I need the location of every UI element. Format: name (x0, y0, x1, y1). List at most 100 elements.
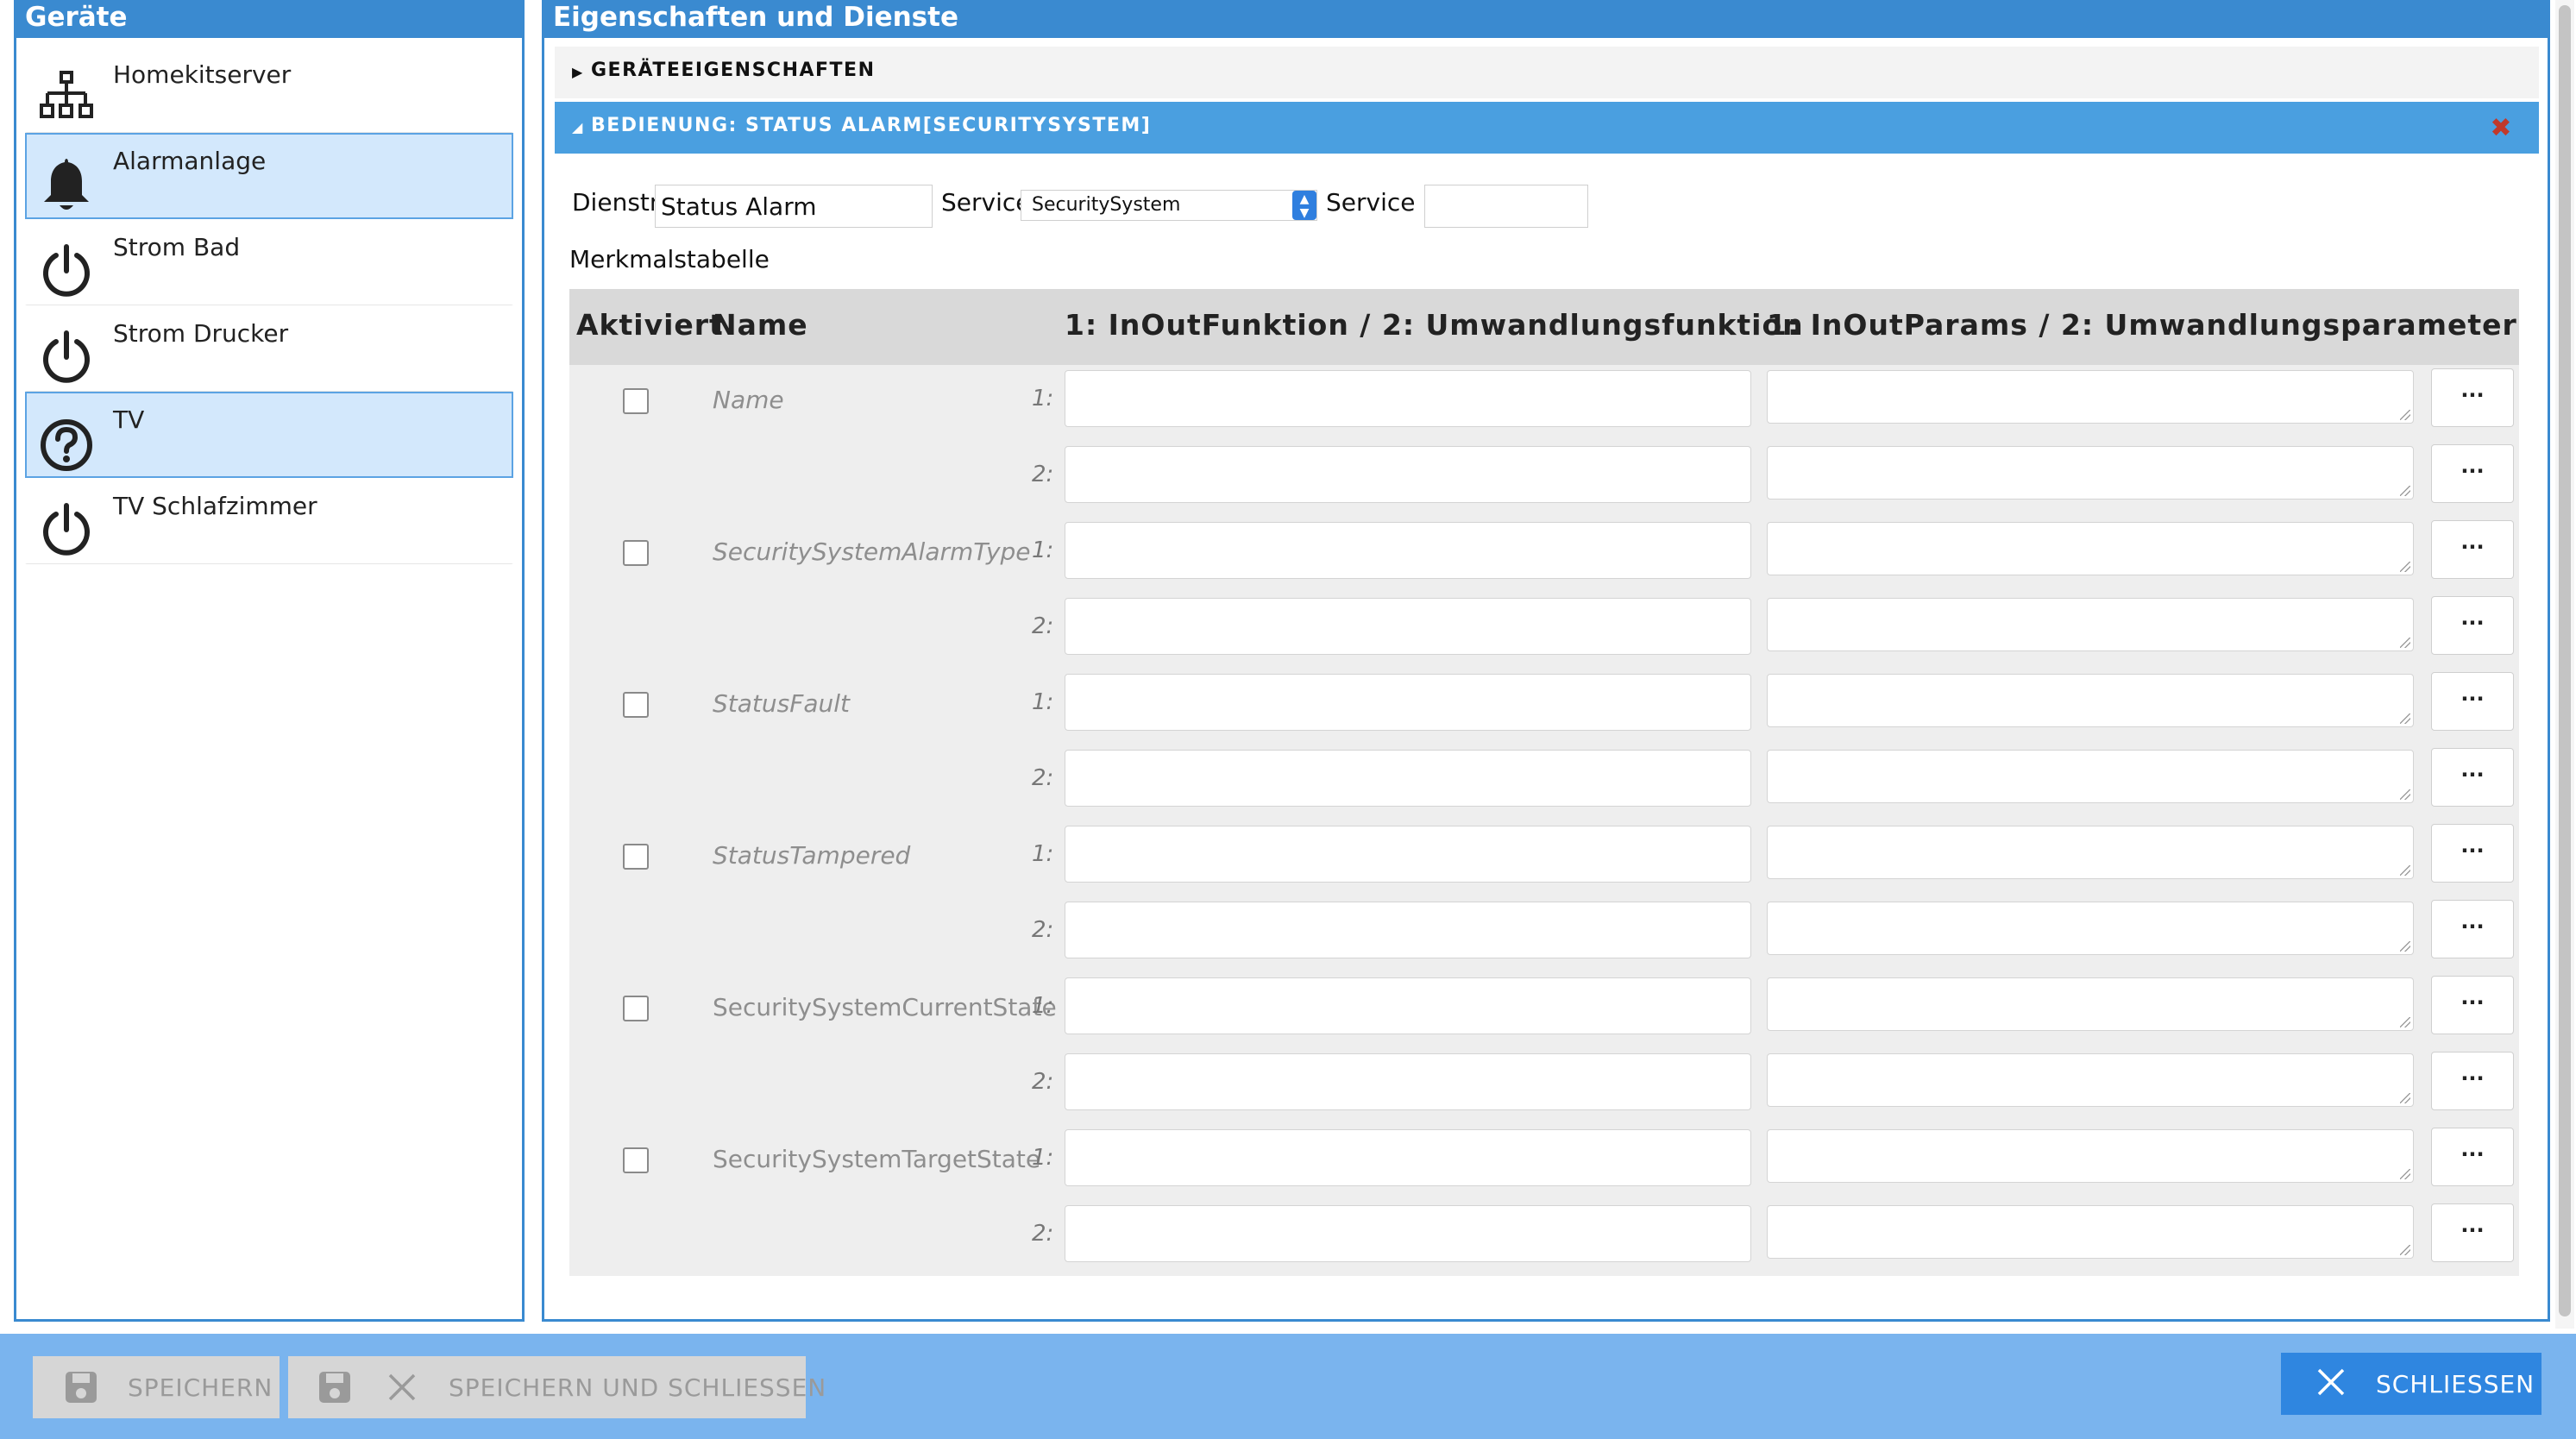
characteristic-name: SecuritySystemTargetState (713, 1145, 1041, 1173)
properties-panel-title: Eigenschaften und Dienste (544, 0, 2548, 38)
more-options-button[interactable]: ··· (2431, 1052, 2514, 1110)
characteristic-name: SecuritySystemCurrentState (713, 993, 1057, 1021)
device-item-label: Homekitserver (113, 60, 292, 89)
scrollbar[interactable] (2555, 0, 2574, 1329)
more-options-button[interactable]: ··· (2431, 976, 2514, 1034)
activated-checkbox[interactable] (623, 1147, 649, 1173)
line-number-label: 2: (1032, 613, 1054, 639)
save-button-label: SPEICHERN (128, 1373, 273, 1402)
scrollbar-thumb[interactable] (2559, 5, 2571, 1316)
service-type-select[interactable]: SecuritySystem ▲ ▼ (1021, 190, 1317, 221)
conversion-params-textarea[interactable] (1767, 1205, 2414, 1259)
accordion-device-properties[interactable]: ▶ GERÄTEEIGENSCHAFTEN (555, 47, 2539, 98)
line-number-label: 2: (1032, 917, 1054, 943)
device-item[interactable]: Alarmanlage (25, 133, 513, 219)
line-number-label: 1: (1032, 993, 1054, 1019)
more-options-button[interactable]: ··· (2431, 672, 2514, 731)
inout-function-input[interactable] (1065, 522, 1751, 579)
device-item-label: TV Schlafzimmer (113, 492, 317, 520)
line-number-label: 1: (1032, 386, 1054, 412)
more-options-button[interactable]: ··· (2431, 596, 2514, 655)
close-button-label: SCHLIESSEN (2376, 1370, 2535, 1398)
table-row: StatusTampered 1: ··· 2: ··· (569, 820, 2519, 972)
more-options-button[interactable]: ··· (2431, 368, 2514, 427)
activated-checkbox[interactable] (623, 540, 649, 566)
conversion-function-input[interactable] (1065, 446, 1751, 503)
inout-params-textarea[interactable] (1767, 1129, 2414, 1183)
close-icon (2317, 1368, 2345, 1396)
characteristics-section: Merkmalstabelle Aktiviert Name 1: InOutF… (569, 243, 2519, 1276)
conversion-params-textarea[interactable] (1767, 446, 2414, 500)
inout-function-input[interactable] (1065, 1129, 1751, 1186)
table-row: SecuritySystemCurrentState 1: ··· 2: ··· (569, 972, 2519, 1124)
caret-down-icon: ◢ (572, 119, 584, 135)
table-row: Name 1: ··· 2: ··· (569, 365, 2519, 517)
inout-function-input[interactable] (1065, 826, 1751, 883)
more-options-button[interactable]: ··· (2431, 1128, 2514, 1186)
more-options-button[interactable]: ··· (2431, 900, 2514, 958)
characteristics-table: Aktiviert Name 1: InOutFunktion / 2: Umw… (569, 289, 2519, 1276)
close-x-icon[interactable]: ✖ (2490, 116, 2513, 141)
device-item-label: Alarmanlage (113, 147, 267, 175)
inout-params-textarea[interactable] (1767, 826, 2414, 879)
device-item-label: Strom Drucker (113, 319, 289, 348)
device-item[interactable]: Homekitserver (25, 47, 513, 133)
device-item[interactable]: TV Schlafzimmer (25, 478, 513, 564)
bottom-toolbar: SPEICHERN SPEICHERN UND SCHLIESSEN SCHLI… (0, 1334, 2576, 1439)
device-item[interactable]: Strom Bad (25, 219, 513, 305)
line-number-label: 2: (1032, 1069, 1054, 1095)
inout-params-textarea[interactable] (1767, 977, 2414, 1031)
activated-checkbox[interactable] (623, 844, 649, 870)
line-number-label: 1: (1032, 1145, 1054, 1171)
service-type-value: SecuritySystem (1032, 194, 1181, 216)
question-icon (39, 416, 94, 476)
line-number-label: 2: (1032, 462, 1054, 487)
inout-function-input[interactable] (1065, 370, 1751, 427)
power-icon (39, 502, 94, 562)
activated-checkbox[interactable] (623, 692, 649, 718)
inout-params-textarea[interactable] (1767, 674, 2414, 727)
accordion-service[interactable]: ◢ BEDIENUNG: STATUS ALARM[SECURITYSYSTEM… (555, 102, 2539, 154)
conversion-function-input[interactable] (1065, 598, 1751, 655)
inout-params-textarea[interactable] (1767, 370, 2414, 424)
bell-icon (39, 157, 94, 217)
more-options-button[interactable]: ··· (2431, 748, 2514, 807)
conversion-function-input[interactable] (1065, 1053, 1751, 1110)
inout-function-input[interactable] (1065, 977, 1751, 1034)
inout-params-textarea[interactable] (1767, 522, 2414, 575)
activated-checkbox[interactable] (623, 388, 649, 414)
device-item[interactable]: TV (25, 392, 513, 478)
more-options-button[interactable]: ··· (2431, 824, 2514, 883)
conversion-params-textarea[interactable] (1767, 750, 2414, 803)
conversion-function-input[interactable] (1065, 750, 1751, 807)
inout-function-input[interactable] (1065, 674, 1751, 731)
devices-panel-title: Geräte (16, 0, 522, 38)
conversion-params-textarea[interactable] (1767, 1053, 2414, 1107)
more-options-button[interactable]: ··· (2431, 520, 2514, 579)
activated-checkbox[interactable] (623, 996, 649, 1021)
save-button[interactable]: SPEICHERN (33, 1356, 280, 1418)
service-subtype-input[interactable] (1424, 185, 1588, 228)
header-name: Name (713, 308, 808, 342)
device-item[interactable]: Strom Drucker (25, 305, 513, 392)
conversion-function-input[interactable] (1065, 902, 1751, 958)
table-header: Aktiviert Name 1: InOutFunktion / 2: Umw… (569, 289, 2519, 365)
conversion-params-textarea[interactable] (1767, 902, 2414, 955)
network-icon (39, 71, 94, 131)
more-options-button[interactable]: ··· (2431, 444, 2514, 503)
device-item-label: TV (113, 405, 145, 434)
table-row: StatusFault 1: ··· 2: ··· (569, 669, 2519, 820)
conversion-params-textarea[interactable] (1767, 598, 2414, 651)
accordion-device-properties-label: GERÄTEEIGENSCHAFTEN (591, 60, 876, 81)
service-name-input[interactable] (655, 185, 933, 228)
line-number-label: 1: (1032, 537, 1054, 563)
device-list: Homekitserver Alarmanlage Strom Bad Strom D… (25, 47, 513, 564)
conversion-function-input[interactable] (1065, 1205, 1751, 1262)
line-number-label: 2: (1032, 765, 1054, 791)
accordion-service-label: BEDIENUNG: STATUS ALARM[SECURITYSYSTEM] (591, 115, 1152, 136)
save-and-close-button[interactable]: SPEICHERN UND SCHLIESSEN (288, 1356, 826, 1418)
characteristic-name: SecuritySystemAlarmType (713, 537, 1031, 566)
more-options-button[interactable]: ··· (2431, 1203, 2514, 1262)
close-button[interactable]: SCHLIESSEN (2281, 1353, 2541, 1415)
line-number-label: 1: (1032, 841, 1054, 867)
